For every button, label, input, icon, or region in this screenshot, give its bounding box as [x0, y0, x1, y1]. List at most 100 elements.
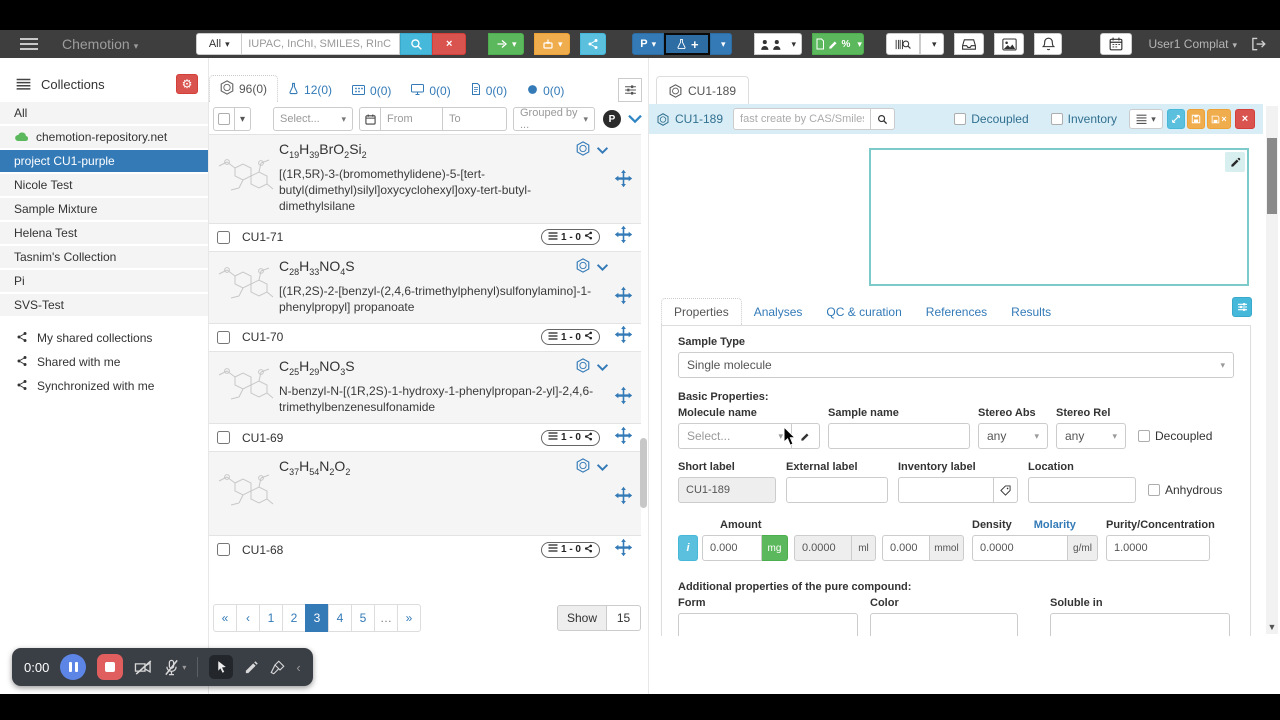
color-select[interactable]	[870, 613, 1018, 636]
tab-analyses[interactable]: Analyses	[742, 299, 815, 325]
structure-editor-canvas[interactable]	[869, 148, 1249, 286]
fast-create-input[interactable]	[733, 108, 871, 130]
move-sample-icon[interactable]	[614, 486, 633, 510]
chevron-down-icon[interactable]	[596, 142, 609, 160]
sample-name-input[interactable]	[828, 423, 970, 449]
sample-benzene-icon[interactable]	[576, 141, 590, 161]
collection-item[interactable]: project CU1-purple	[0, 150, 208, 172]
sample-task-button[interactable]: ▾	[754, 33, 802, 55]
gallery-button[interactable]	[994, 33, 1024, 55]
filter-select[interactable]: Select...▾	[273, 107, 353, 131]
move-sample-icon[interactable]	[614, 386, 633, 410]
sample-checkbox[interactable]	[217, 331, 230, 344]
inventory-header-checkbox[interactable]: Inventory	[1051, 112, 1117, 126]
amount-mol-input[interactable]	[882, 535, 930, 561]
tab-results[interactable]: Results	[999, 299, 1063, 325]
sample-row[interactable]: CU1-701 - 0	[209, 323, 641, 351]
list-options-button[interactable]	[618, 78, 642, 102]
amount-l-unit[interactable]: ml	[852, 535, 876, 561]
shared-collection-item[interactable]: Shared with me	[0, 350, 208, 374]
collection-item[interactable]: Helena Test	[0, 222, 208, 244]
export-dropdown-button[interactable]: ▾	[488, 33, 524, 55]
amount-g-unit[interactable]: mg	[762, 535, 788, 561]
mic-off-control[interactable]: ▾	[164, 659, 186, 676]
brand-menu[interactable]: Chemotion▾	[62, 36, 138, 52]
page-button[interactable]: 1	[259, 604, 283, 632]
sample-card[interactable]: C25H29NO3SN-benzyl-N-[(1R,2S)-1-hydroxy-…	[209, 351, 641, 423]
move-sample-icon[interactable]	[614, 225, 633, 249]
element-tab-reaction-flask[interactable]: 12(0)	[278, 78, 342, 102]
edit-structure-button[interactable]	[1225, 152, 1245, 172]
density-unit[interactable]: g/ml	[1068, 535, 1098, 561]
chevron-down-icon[interactable]	[596, 459, 609, 477]
stop-recording-button[interactable]	[97, 654, 123, 680]
search-button[interactable]	[400, 33, 432, 55]
grouped-by-select[interactable]: Grouped by ...▾	[513, 107, 595, 131]
camera-off-icon[interactable]	[134, 659, 153, 676]
tab-qc-curation[interactable]: QC & curation	[814, 299, 913, 325]
fullscreen-button[interactable]	[1167, 109, 1185, 129]
detail-tab[interactable]: CU1-189	[656, 76, 749, 105]
page-button[interactable]: 4	[328, 604, 352, 632]
scrollbar-down-arrow[interactable]: ▼	[1266, 622, 1278, 632]
move-sample-icon[interactable]	[614, 286, 633, 310]
create-sample-button[interactable]: +	[664, 33, 710, 55]
collection-item[interactable]: Tasnim's Collection	[0, 246, 208, 268]
save-button[interactable]	[1187, 109, 1205, 129]
search-scope-dropdown[interactable]: All▾	[196, 33, 242, 55]
element-tab-wellplate[interactable]: 0(0)	[342, 80, 401, 102]
per-page-value[interactable]: 15	[607, 605, 641, 631]
sample-card[interactable]: C19H39BrO2Si2[(1R,5R)-3-(bromomethyliden…	[209, 134, 641, 223]
shared-collection-item[interactable]: My shared collections	[0, 326, 208, 350]
density-toggle[interactable]: Density	[972, 519, 1012, 531]
external-label-input[interactable]	[786, 477, 888, 503]
inbox-button[interactable]	[954, 33, 984, 55]
anhydrous-checkbox[interactable]: Anhydrous	[1148, 483, 1222, 497]
sample-benzene-icon[interactable]	[576, 358, 590, 378]
tab-properties[interactable]: Properties	[661, 298, 742, 325]
stereo-abs-select[interactable]: any▾	[978, 423, 1048, 449]
plan-scan-button[interactable]: P▾	[632, 33, 664, 55]
pencil-tool-icon[interactable]	[244, 660, 259, 675]
chevron-down-icon[interactable]	[596, 259, 609, 277]
collapse-all-chevron-icon[interactable]	[627, 113, 643, 125]
tab-references[interactable]: References	[914, 299, 999, 325]
move-sample-icon[interactable]	[614, 169, 633, 193]
move-sample-icon[interactable]	[614, 538, 633, 562]
detail-scrollbar[interactable]: ▼	[1266, 106, 1278, 634]
collection-item[interactable]: chemotion-repository.net	[0, 126, 208, 148]
layout-dropdown-button[interactable]: ▾	[1129, 109, 1163, 129]
soluble-in-select[interactable]	[1050, 613, 1230, 636]
cursor-tool-button[interactable]	[209, 655, 233, 679]
fast-create-search-button[interactable]	[871, 108, 895, 130]
share-button[interactable]	[580, 33, 606, 55]
date-from-input[interactable]	[381, 107, 443, 131]
sample-checkbox[interactable]	[217, 231, 230, 244]
sign-out-button[interactable]	[1251, 34, 1266, 54]
sample-benzene-icon[interactable]	[576, 458, 590, 478]
analyses-count-badge[interactable]: 1 - 0	[541, 329, 600, 345]
page-button[interactable]: ‹	[236, 604, 260, 632]
element-tab-research-plan[interactable]: 0(0)	[461, 79, 517, 102]
hamburger-menu-icon[interactable]	[20, 38, 38, 50]
sample-card[interactable]: C28H33NO4S[(1R,2S)-2-[benzyl-(2,4,6-trim…	[209, 251, 641, 323]
page-button[interactable]: 2	[282, 604, 306, 632]
element-tab-cell-line[interactable]: 0(0)	[517, 80, 574, 102]
collection-item[interactable]: All	[0, 102, 208, 124]
sample-checkbox[interactable]	[217, 543, 230, 556]
move-sample-icon[interactable]	[614, 426, 633, 450]
sample-benzene-icon[interactable]	[576, 258, 590, 278]
sample-checkbox[interactable]	[217, 431, 230, 444]
sample-card[interactable]: C37H54N2O2	[209, 451, 641, 535]
element-tab-sample-benzene[interactable]: 96(0)	[209, 75, 278, 102]
inventory-tag-button[interactable]	[994, 477, 1018, 503]
amount-g-input[interactable]	[702, 535, 762, 561]
elements-edit-dropdown[interactable]: % ▾	[812, 33, 864, 55]
collection-item[interactable]: Pi	[0, 270, 208, 292]
scrollbar-thumb[interactable]	[1267, 138, 1277, 214]
date-filter-button[interactable]	[359, 107, 381, 131]
analyses-count-badge[interactable]: 1 - 0	[541, 229, 600, 245]
collection-item[interactable]: SVS-Test	[0, 294, 208, 316]
scrollbar-thumb[interactable]	[640, 438, 647, 508]
shared-collection-item[interactable]: Synchronized with me	[0, 374, 208, 398]
